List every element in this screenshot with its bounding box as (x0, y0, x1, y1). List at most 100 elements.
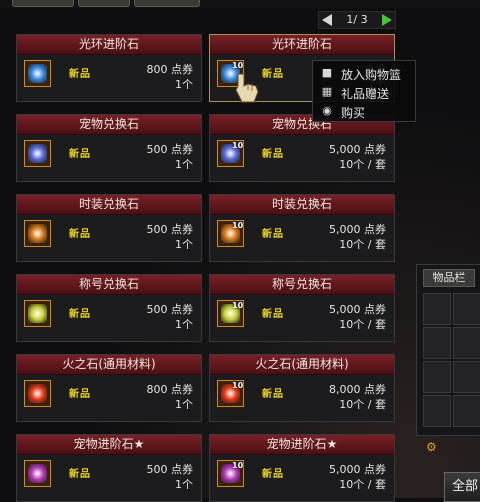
item-quantity: 1个 (175, 478, 193, 491)
page-indicator: 1/ 3 (346, 13, 368, 26)
new-badge: 新品 (262, 69, 284, 80)
add-to-basket-item[interactable]: ■ 放入购物篮 (313, 64, 415, 83)
item-quantity: 1个 (175, 398, 193, 411)
yellow-flower-icon[interactable]: 10 (217, 300, 244, 327)
prev-page-icon[interactable] (322, 14, 332, 26)
item-card[interactable]: 火之石(通用材料) 10 新品 8,000 点券 10个 / 套 (209, 354, 395, 422)
new-badge: 新品 (262, 229, 284, 240)
inventory-slot[interactable] (423, 327, 451, 359)
blue-flower-icon[interactable] (24, 140, 51, 167)
orange-flower-icon[interactable] (24, 220, 51, 247)
item-card[interactable]: 称号兑换石 新品 500 点券 1个 (16, 274, 202, 342)
item-title: 火之石(通用材料) (17, 355, 201, 375)
pet-stone-icon[interactable]: 10 (217, 460, 244, 487)
item-price: 5,000 点券 (329, 463, 386, 476)
item-quantity: 1个 (175, 158, 193, 171)
item-quantity: 10个 / 套 (339, 478, 386, 491)
top-tab[interactable] (78, 0, 130, 7)
item-title: 时装兑换石 (210, 195, 394, 215)
menu-label: 放入购物篮 (341, 68, 402, 82)
new-badge: 新品 (69, 69, 91, 80)
next-page-icon[interactable] (382, 14, 392, 26)
item-title: 称号兑换石 (17, 275, 201, 295)
item-icon-image (28, 304, 47, 323)
buy-item[interactable]: ◉ 购买 (313, 102, 415, 121)
item-price: 5,000 点券 (329, 143, 386, 156)
fire-stone-icon[interactable] (24, 380, 51, 407)
item-card[interactable]: 宠物进阶石★ 新品 500 点券 1个 (16, 434, 202, 502)
yellow-flower-icon[interactable] (24, 300, 51, 327)
item-title: 宠物进阶石★ (210, 435, 394, 455)
blue-flower-icon[interactable]: 10 (217, 140, 244, 167)
gift-item[interactable]: ▦ 礼品赠送 (313, 83, 415, 102)
item-card[interactable]: 宠物兑换石新品 500 点券 1个 (16, 114, 202, 182)
item-quantity: 10个 / 套 (339, 398, 386, 411)
item-price: 8,000 点券 (329, 383, 386, 396)
item-quantity: 1个 (175, 318, 193, 331)
item-title: 光环进阶石 (210, 35, 394, 55)
item-icon-image (28, 64, 47, 83)
stack-count-badge: 10 (232, 221, 244, 230)
new-badge: 新品 (262, 389, 284, 400)
item-price: 500 点券 (146, 223, 194, 236)
pager: 1/ 3 (318, 11, 396, 29)
inventory-slot[interactable] (423, 395, 451, 427)
item-card[interactable]: 宠物兑换石 10 新品 5,000 点券 10个 / 套 (209, 114, 395, 182)
settings-gear-icon[interactable]: ⚙ (426, 440, 437, 454)
item-card[interactable]: 时装兑换石 新品 500 点券 1个 (16, 194, 202, 262)
item-icon-image (28, 464, 47, 483)
new-badge: 新品 (69, 149, 91, 160)
gift-icon: ▦ (321, 85, 333, 98)
item-title: 光环进阶石 (17, 35, 201, 55)
item-icon-image (28, 144, 47, 163)
item-quantity: 10个 / 套 (339, 318, 386, 331)
top-tab[interactable] (12, 0, 74, 7)
orange-flower-icon[interactable]: 10 (217, 220, 244, 247)
inventory-slot[interactable] (453, 395, 480, 427)
new-badge: 新品 (69, 229, 91, 240)
blue-gem-icon[interactable] (24, 60, 51, 87)
item-card[interactable]: 宠物进阶石★ 10 新品 5,000 点券 10个 / 套 (209, 434, 395, 502)
item-quantity: 1个 (175, 78, 193, 91)
item-price: 500 点券 (146, 143, 194, 156)
pet-stone-icon[interactable] (24, 460, 51, 487)
item-price: 5,000 点券 (329, 303, 386, 316)
menu-label: 购买 (341, 106, 366, 120)
new-badge: 新品 (69, 389, 91, 400)
new-badge: 新品 (69, 469, 91, 480)
context-menu: ■ 放入购物篮 ▦ 礼品赠送 ◉ 购买 (312, 60, 416, 122)
stack-count-badge: 10 (232, 61, 244, 70)
item-price: 800 点券 (146, 383, 194, 396)
item-card[interactable]: 光环进阶石 新品 800 点券 1个 (16, 34, 202, 102)
stack-count-badge: 10 (232, 461, 244, 470)
stack-count-badge: 10 (232, 301, 244, 310)
stack-count-badge: 10 (232, 381, 244, 390)
basket-icon: ■ (321, 66, 333, 79)
item-icon-image (28, 384, 47, 403)
inventory-slot[interactable] (453, 361, 480, 393)
inventory-slot[interactable] (453, 293, 480, 325)
menu-label: 礼品赠送 (341, 87, 390, 101)
new-badge: 新品 (262, 469, 284, 480)
item-title: 宠物进阶石★ (17, 435, 201, 455)
item-price: 500 点券 (146, 303, 194, 316)
inventory-slot[interactable] (423, 293, 451, 325)
item-quantity: 10个 / 套 (339, 238, 386, 251)
item-card[interactable]: 时装兑换石 10 新品 5,000 点券 10个 / 套 (209, 194, 395, 262)
item-card[interactable]: 称号兑换石 10 新品 5,000 点券 10个 / 套 (209, 274, 395, 342)
item-price: 5,000 点券 (329, 223, 386, 236)
item-card[interactable]: 火之石(通用材料) 新品 800 点券 1个 (16, 354, 202, 422)
inventory-panel: 物品栏 (416, 264, 480, 436)
stack-count-badge: 10 (232, 141, 244, 150)
item-title: 宠物兑换石 (17, 115, 201, 135)
item-quantity: 10个 / 套 (339, 158, 386, 171)
fire-stone-icon[interactable]: 10 (217, 380, 244, 407)
item-price: 500 点券 (146, 463, 194, 476)
coin-icon: ◉ (322, 104, 332, 117)
item-quantity: 1个 (175, 238, 193, 251)
new-badge: 新品 (262, 309, 284, 320)
item-icon-image (28, 224, 47, 243)
top-tab[interactable] (134, 0, 200, 7)
inventory-slot[interactable] (423, 361, 451, 393)
inventory-slot[interactable] (453, 327, 480, 359)
